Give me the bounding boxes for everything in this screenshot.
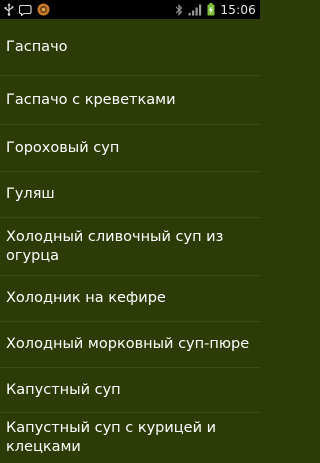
list-item[interactable]: Гуляш — [0, 172, 260, 218]
speech-bubble-icon — [19, 4, 32, 16]
signal-icon — [188, 4, 202, 16]
app-circle-icon — [37, 3, 50, 16]
list-item[interactable]: Капустный суп с курицей и клецками — [0, 413, 260, 463]
battery-charging-icon — [207, 3, 215, 16]
status-clock: 15:06 — [220, 2, 256, 17]
notification-area — [4, 3, 50, 16]
recipe-list[interactable]: Гаспачо Гаспачо с креветками Гороховый с… — [0, 19, 260, 463]
list-item-label: Капустный суп с курицей и клецками — [6, 420, 217, 455]
bluetooth-icon — [175, 3, 183, 16]
list-item[interactable]: Капустный суп — [0, 368, 260, 413]
list-item-label: Гуляш — [6, 186, 55, 202]
system-icons: 15:06 — [175, 3, 256, 17]
status-bar: 15:06 — [0, 0, 260, 19]
list-item[interactable]: Холодный морковный суп-пюре — [0, 322, 260, 368]
list-item-label: Гаспачо с креветками — [6, 91, 176, 108]
list-item[interactable]: Гороховый суп — [0, 125, 260, 172]
list-item-label: Холодник на кефире — [6, 290, 166, 306]
list-item-label: Холодный сливочный суп из огурца — [6, 228, 224, 264]
list-item[interactable]: Гаспачо — [0, 19, 260, 76]
screen: 15:06 Гаспачо Гаспачо с креветками Горох… — [0, 0, 260, 463]
list-item[interactable]: Холодный сливочный суп из огурца — [0, 218, 260, 276]
usb-icon — [4, 3, 14, 16]
list-item-label: Холодный морковный суп-пюре — [6, 336, 250, 352]
list-item-label: Гаспачо — [6, 38, 68, 55]
list-item[interactable]: Холодник на кефире — [0, 276, 260, 322]
list-item-label: Гороховый суп — [6, 139, 120, 156]
list-item-label: Капустный суп — [6, 381, 121, 398]
list-item[interactable]: Гаспачо с креветками — [0, 76, 260, 125]
